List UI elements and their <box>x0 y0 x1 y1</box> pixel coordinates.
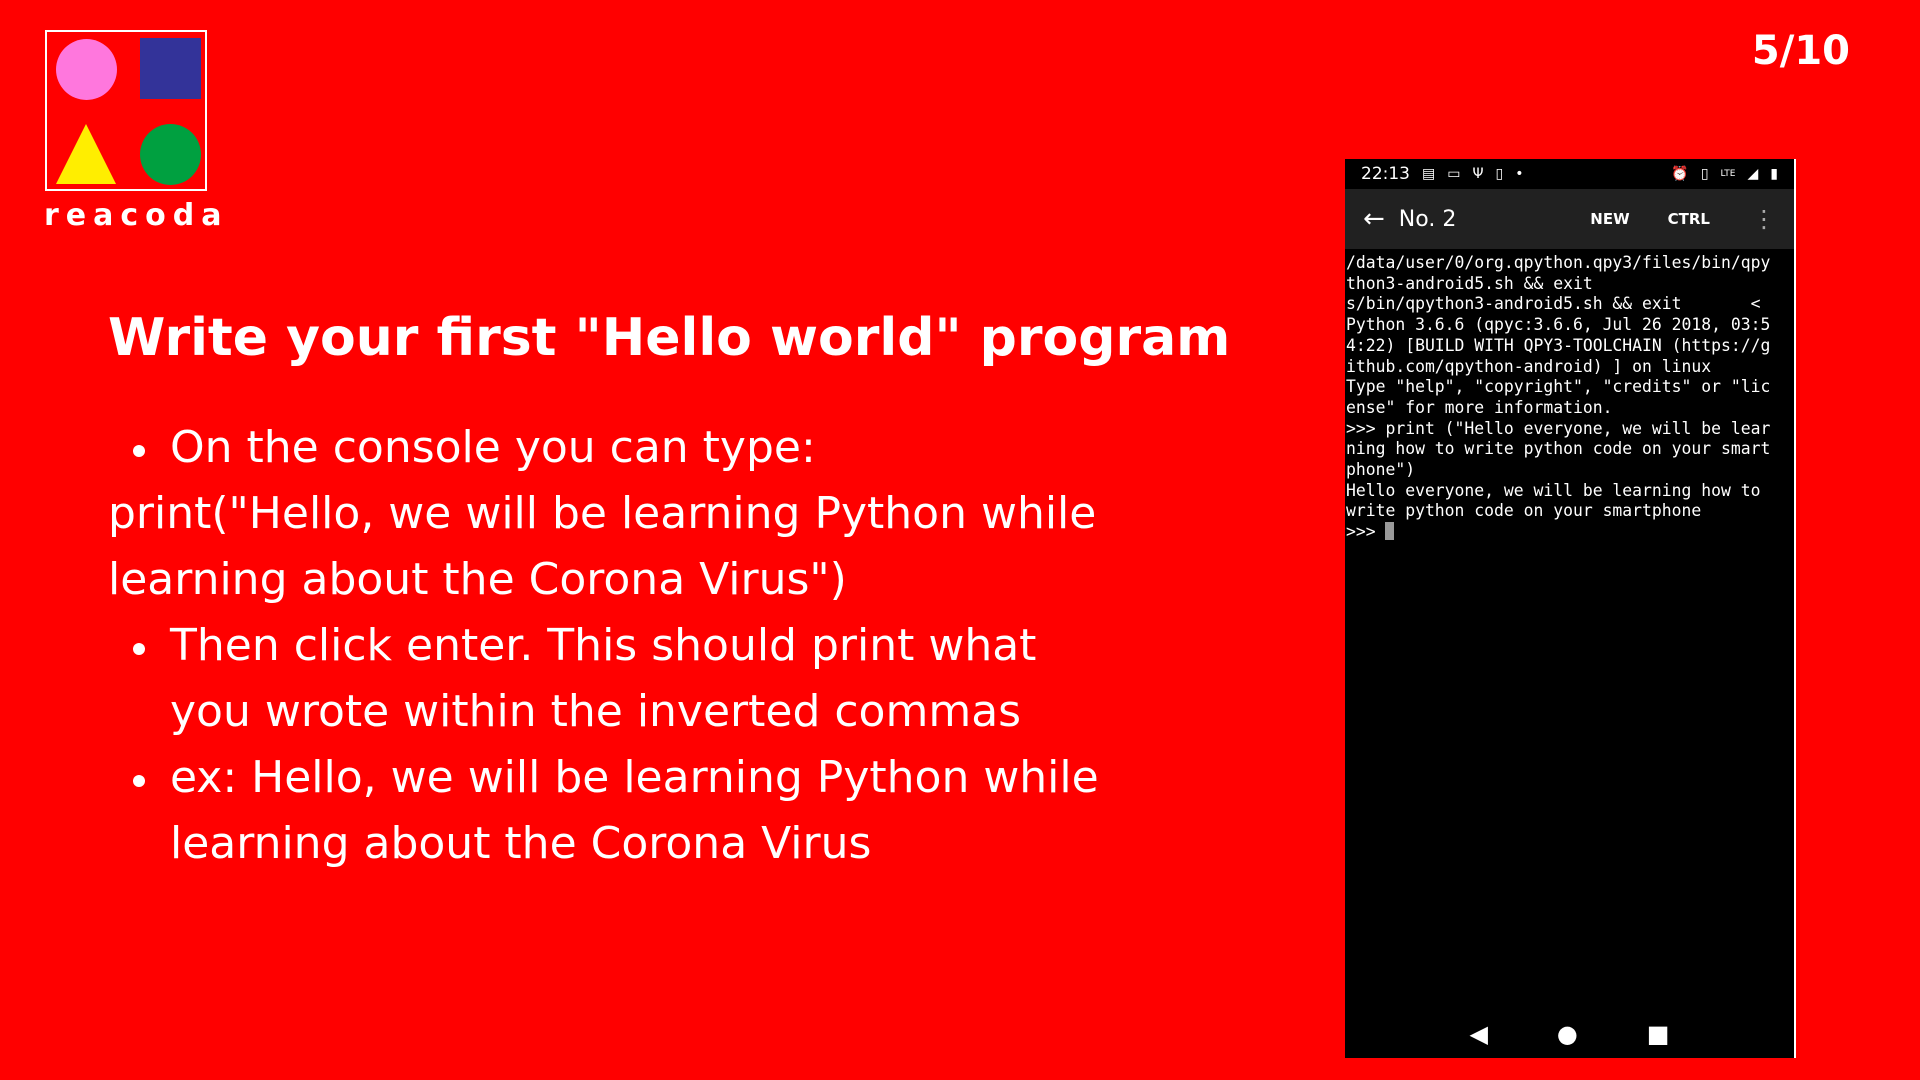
code-line: print("Hello, we will be learning Python… <box>108 488 1097 605</box>
terminal-cursor <box>1385 522 1395 541</box>
terminal-line: Type "help", "copyright", "credits" or "… <box>1346 377 1771 397</box>
terminal-line: >>> print ("Hello everyone, we will be l… <box>1346 418 1771 438</box>
dot-icon: • <box>1515 166 1524 182</box>
status-bar: 22:13 ▤ ▭ Ψ ▯ • ⏰ ▯ LTE ◢ ▮ <box>1345 159 1794 189</box>
blue-square-shape <box>140 38 201 99</box>
nav-recents-icon[interactable]: ■ <box>1647 1020 1670 1048</box>
terminal-line: thon3-android5.sh && exit <box>1346 273 1593 293</box>
slide-body: On the console you can type: print("Hell… <box>108 415 1148 877</box>
bullet-1: On the console you can type: <box>108 415 1148 481</box>
app-bar: ← No. 2 NEW CTRL ⋮ <box>1345 189 1794 249</box>
phone-screenshot: 22:13 ▤ ▭ Ψ ▯ • ⏰ ▯ LTE ◢ ▮ ← No. 2 NEW … <box>1345 159 1796 1058</box>
terminal-line: Python 3.6.6 (qpyc:3.6.6, Jul 26 2018, 0… <box>1346 315 1771 335</box>
terminal-line: ithub.com/qpython-android) ] on linux <box>1346 356 1712 376</box>
slide-title: Write your first "Hello world" program <box>108 308 1231 368</box>
logo <box>45 30 207 191</box>
signal-icon: ◢ <box>1747 166 1759 182</box>
lte-icon: LTE <box>1720 169 1736 179</box>
bullet-2: Then click enter. This should print what… <box>108 613 1098 745</box>
prompt-text: >>> <box>1346 522 1386 542</box>
terminal-output[interactable]: /data/user/0/org.qpython.qpy3/files/bin/… <box>1345 249 1794 543</box>
pink-circle-shape <box>56 39 117 100</box>
battery-icon: ▮ <box>1770 166 1778 182</box>
keyboard-icon: ▭ <box>1447 166 1461 182</box>
new-button[interactable]: NEW <box>1590 210 1629 228</box>
ctrl-button[interactable]: CTRL <box>1668 210 1710 228</box>
usb-icon: Ψ <box>1472 166 1484 182</box>
vibrate-icon: ▯ <box>1700 166 1709 182</box>
android-nav-bar: ◀ ● ■ <box>1345 1020 1794 1048</box>
terminal-line: s/bin/qpython3-android5.sh && exit < <box>1346 294 1761 314</box>
logo-text: reacoda <box>44 198 229 233</box>
terminal-line: write python code on your smartphone <box>1346 501 1702 521</box>
page-number: 5/10 <box>1751 28 1850 74</box>
notes-icon: ▤ <box>1422 166 1436 182</box>
more-menu-icon[interactable]: ⋮ <box>1752 205 1776 233</box>
terminal-line: ning how to write python code on your sm… <box>1346 439 1771 459</box>
nav-back-icon[interactable]: ◀ <box>1469 1020 1487 1048</box>
alarm-icon: ⏰ <box>1671 166 1689 182</box>
terminal-line: 4:22) [BUILD WITH QPY3-TOOLCHAIN (https:… <box>1346 335 1771 355</box>
yellow-triangle-shape <box>56 124 116 184</box>
session-title[interactable]: No. 2 <box>1399 207 1457 232</box>
terminal-prompt[interactable]: >>> <box>1346 522 1794 543</box>
terminal-line: /data/user/0/org.qpython.qpy3/files/bin/… <box>1346 253 1771 272</box>
nav-home-icon[interactable]: ● <box>1557 1020 1578 1048</box>
terminal-line: ense" for more information. <box>1346 397 1613 417</box>
bullet-3: ex: Hello, we will be learning Python wh… <box>108 745 1158 877</box>
terminal-line: Hello everyone, we will be learning how … <box>1346 480 1761 500</box>
download-icon: ▯ <box>1495 166 1504 182</box>
back-arrow-icon[interactable]: ← <box>1363 204 1385 234</box>
status-time: 22:13 <box>1361 164 1410 184</box>
green-circle-shape <box>140 124 201 185</box>
terminal-line: phone") <box>1346 460 1416 480</box>
